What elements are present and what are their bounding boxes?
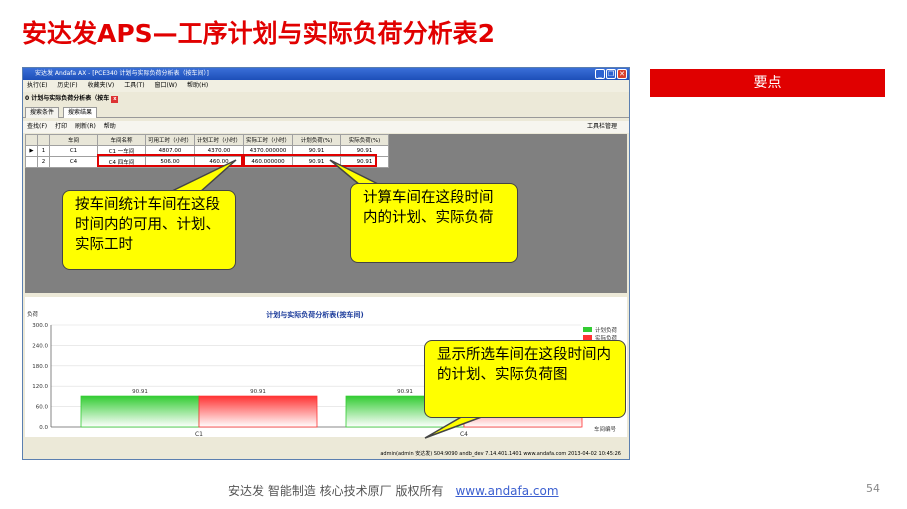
footer-link[interactable]: www.andafa.com [455, 484, 558, 498]
callout-left: 按车间统计车间在这段时间内的可用、计划、实际工时 [62, 190, 236, 270]
callout-bottom: 显示所选车间在这段时间内的计划、实际负荷图 [424, 340, 626, 418]
callout-right-pointer [329, 159, 381, 186]
footer: 安达发 智能制造 核心技术原厂 版权所有 www.andafa.com [228, 482, 559, 499]
callout-right: 计算车间在这段时间内的计划、实际负荷 [350, 183, 518, 263]
page-number: 54 [866, 482, 880, 495]
footer-company: 安达发 智能制造 核心技术原厂 版权所有 [228, 484, 444, 498]
callout-left-pointer [169, 159, 237, 193]
